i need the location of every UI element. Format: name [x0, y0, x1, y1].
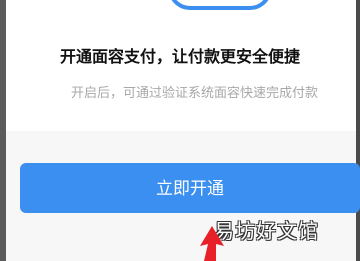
face-id-illustration-icon — [168, 0, 272, 10]
red-arrow-annotation-icon — [200, 226, 224, 261]
feature-description: 开启后，可通过验证系统面容快速完成付款 — [71, 86, 319, 101]
enable-now-button[interactable]: 立即开通 — [20, 163, 360, 213]
feature-heading: 开通面容支付，让付款更安全便捷 — [59, 47, 300, 66]
right-edge-shade — [356, 0, 360, 261]
watermark-text: 易坊好文馆 — [214, 219, 319, 243]
